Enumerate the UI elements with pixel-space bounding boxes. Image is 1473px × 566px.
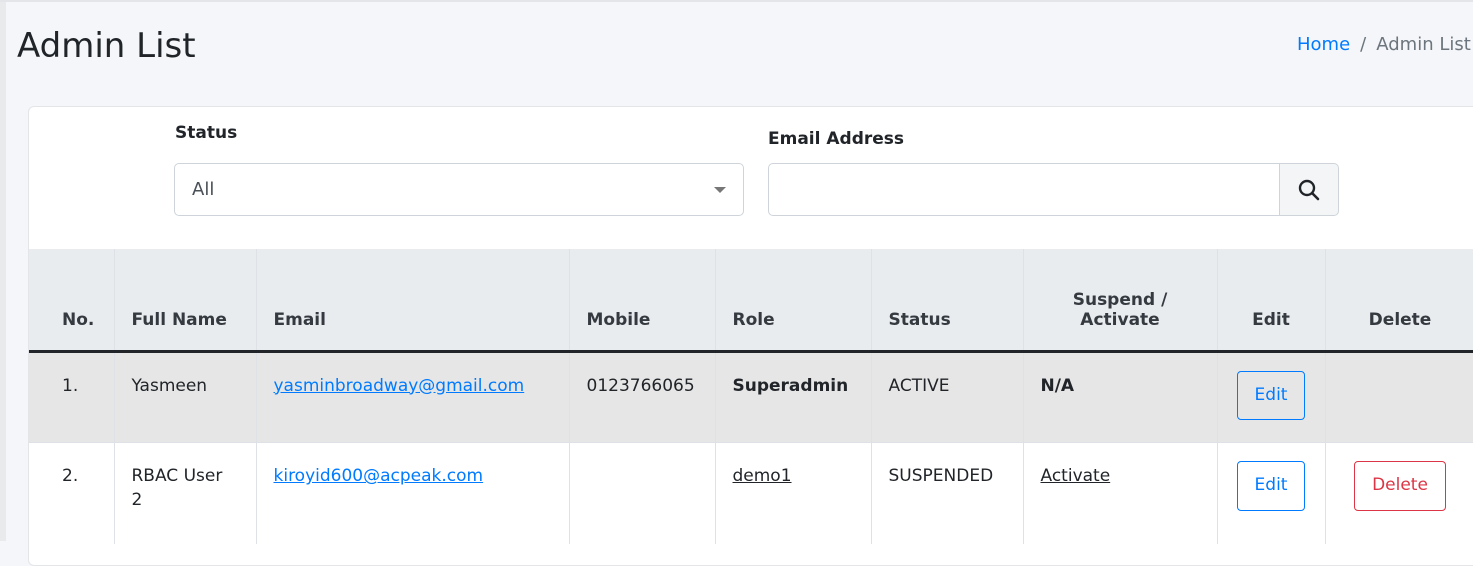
email-link[interactable]: kiroyid600@acpeak.com — [274, 466, 484, 486]
cell-mobile: 0123766065 — [569, 350, 716, 443]
col-suspend-activate: Suspend / Activate — [1023, 249, 1218, 353]
col-email: Email — [256, 249, 570, 353]
col-full-name: Full Name — [114, 249, 257, 353]
admin-list-card: Status All Email Address No. Full Name E… — [28, 106, 1473, 566]
search-icon — [1298, 179, 1320, 200]
status-label: Status — [175, 123, 238, 143]
col-no: No. — [29, 249, 115, 353]
search-button[interactable] — [1280, 163, 1339, 216]
status-select[interactable]: All — [174, 163, 744, 216]
status-badge: ACTIVE — [871, 350, 1024, 443]
chevron-down-icon — [714, 187, 726, 193]
cell-mobile — [569, 442, 716, 544]
page-title: Admin List — [17, 26, 196, 66]
edit-button[interactable]: Edit — [1236, 461, 1306, 512]
breadcrumb-separator: / — [1360, 34, 1367, 55]
table-header: No. Full Name Email Mobile Role Status S… — [29, 249, 1473, 353]
email-link[interactable]: yasminbroadway@gmail.com — [274, 376, 525, 396]
activate-link[interactable]: Activate — [1041, 466, 1111, 486]
cell-name: Yasmeen — [114, 350, 257, 443]
table-row: 1. Yasmeen yasminbroadway@gmail.com 0123… — [29, 350, 1473, 443]
cell-name: RBAC User 2 — [114, 442, 257, 544]
breadcrumb: Home / Admin List — [1297, 34, 1471, 55]
edit-button[interactable]: Edit — [1236, 370, 1306, 421]
col-status: Status — [871, 249, 1024, 353]
role-link[interactable]: demo1 — [733, 466, 792, 486]
admin-table: No. Full Name Email Mobile Role Status S… — [29, 249, 1473, 544]
status-badge: SUSPENDED — [871, 442, 1024, 544]
email-search-input[interactable] — [768, 163, 1280, 216]
email-label: Email Address — [768, 129, 905, 149]
col-edit: Edit — [1217, 249, 1326, 353]
top-divider — [0, 0, 1473, 2]
col-mobile: Mobile — [569, 249, 716, 353]
cell-role: Superadmin — [715, 350, 872, 443]
cell-action: N/A — [1023, 350, 1218, 443]
breadcrumb-home[interactable]: Home — [1297, 34, 1350, 55]
sidebar-edge — [0, 0, 6, 541]
status-select-value: All — [192, 179, 215, 200]
table-row: 2. RBAC User 2 kiroyid600@acpeak.com dem… — [29, 442, 1473, 544]
cell-delete — [1325, 350, 1473, 443]
delete-button[interactable]: Delete — [1354, 461, 1446, 512]
cell-no: 2. — [29, 442, 115, 544]
cell-no: 1. — [29, 350, 115, 443]
col-delete: Delete — [1325, 249, 1473, 353]
col-role: Role — [715, 249, 872, 353]
breadcrumb-current: Admin List — [1376, 34, 1471, 55]
